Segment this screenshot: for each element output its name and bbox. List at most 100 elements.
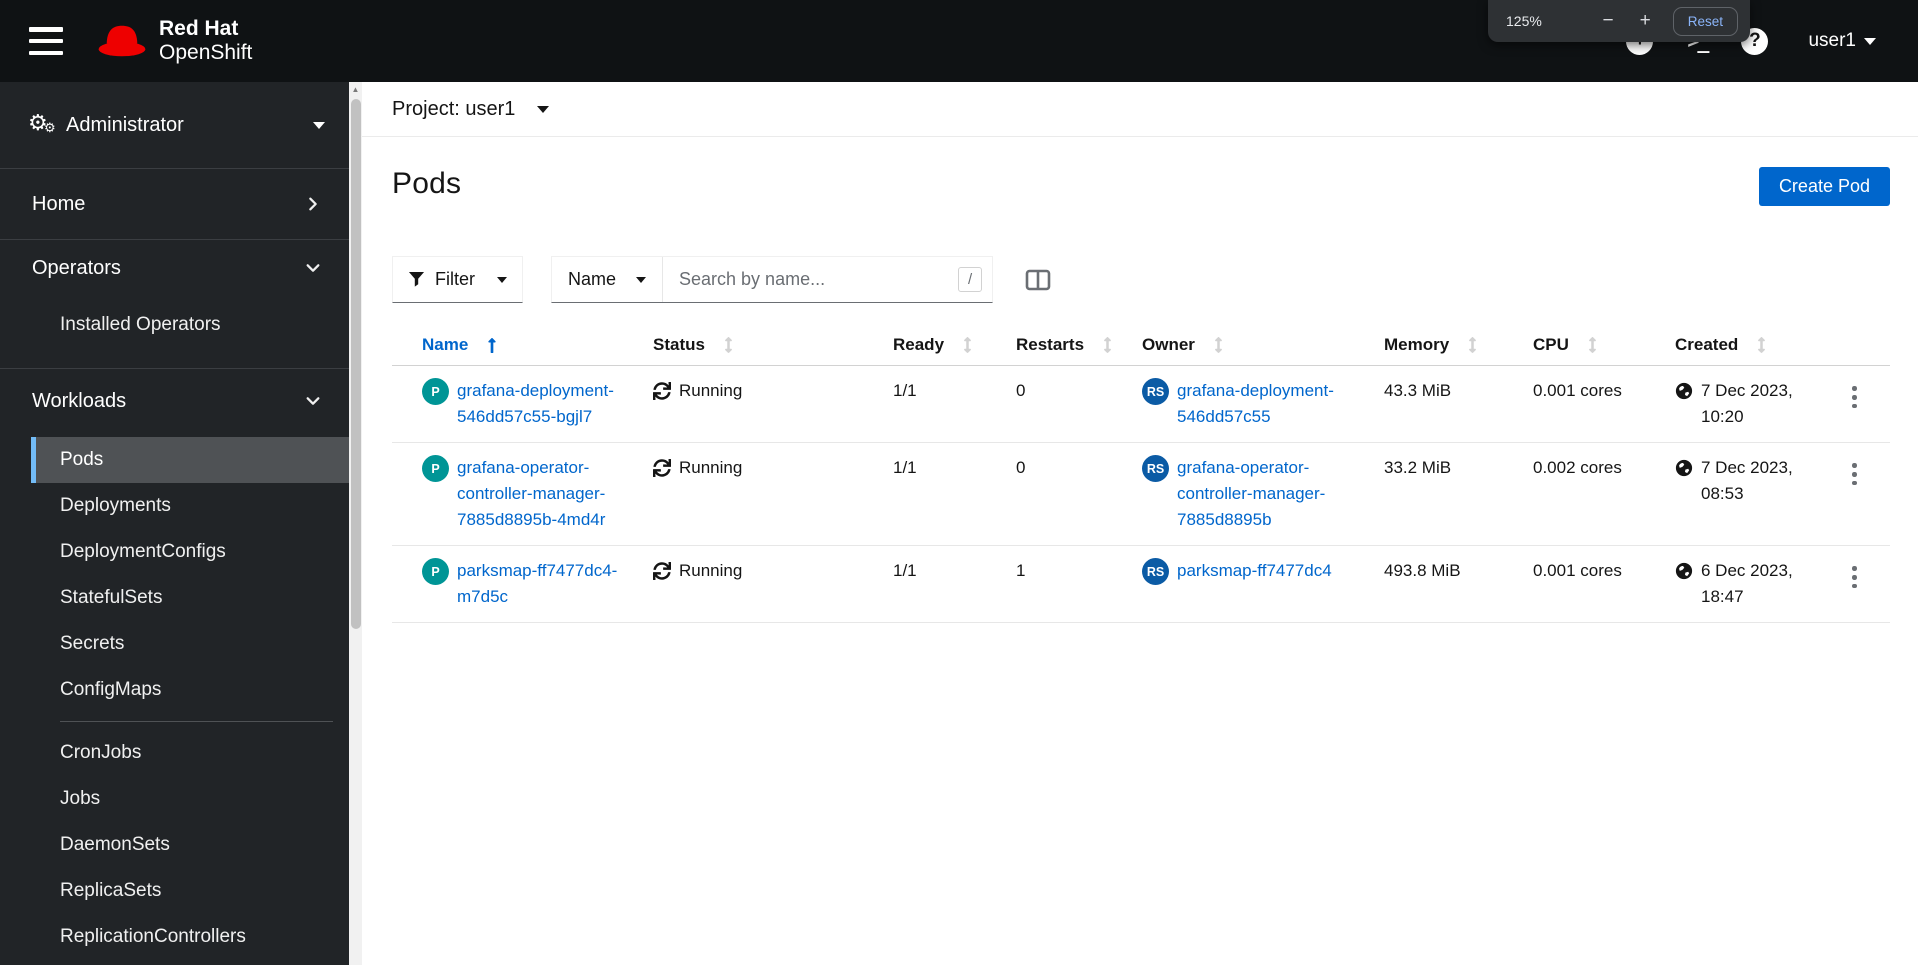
pod-link[interactable]: controller-manager- [457, 481, 605, 507]
column-header-created[interactable]: Created [1659, 325, 1830, 365]
sidebar-item-jobs[interactable]: Jobs [0, 776, 349, 822]
pod-link[interactable]: 546dd57c55-bgjl7 [457, 404, 614, 430]
sidebar-item-replicasets[interactable]: ReplicaSets [0, 868, 349, 914]
sync-running-icon [653, 562, 671, 580]
pod-link[interactable]: grafana-operator- [457, 455, 605, 481]
sidebar-item-pods[interactable]: Pods [31, 437, 349, 483]
scrollbar-thumb[interactable] [350, 99, 361, 629]
zoom-out-button[interactable]: − [1597, 10, 1620, 32]
search-input[interactable] [663, 257, 959, 302]
status-text: Running [679, 561, 743, 580]
cpu-cell: 0.001 cores [1533, 381, 1622, 400]
created-time: 10:20 [1701, 407, 1744, 426]
brand-line2: OpenShift [159, 41, 253, 64]
created-cell: 7 Dec 2023, 10:20 [1659, 366, 1830, 442]
sidebar-item-cronjobs[interactable]: CronJobs [0, 730, 349, 776]
sort-both-icon [1213, 337, 1224, 353]
row-kebab-menu-icon[interactable] [1846, 560, 1863, 595]
row-kebab-menu-icon[interactable] [1846, 457, 1863, 492]
sidebar-item-secrets[interactable]: Secrets [0, 621, 349, 667]
perspective-label: Administrator [66, 113, 184, 136]
cpu-cell: 0.001 cores [1533, 561, 1622, 580]
sync-running-icon [653, 459, 671, 477]
chevron-down-icon [1864, 37, 1876, 45]
column-header-restarts[interactable]: Restarts [1000, 325, 1126, 365]
sidebar-item-replicationcontrollers[interactable]: ReplicationControllers [0, 914, 349, 960]
sidebar-section-operators[interactable]: Operators [0, 240, 349, 296]
column-header-cpu[interactable]: CPU [1517, 325, 1659, 365]
status-cell: Running [637, 443, 877, 545]
pod-link[interactable]: m7d5c [457, 584, 617, 610]
scrollbar-up-arrow[interactable]: ▲ [349, 82, 362, 97]
filter-funnel-icon [408, 271, 425, 288]
table-row: P grafana-operator- controller-manager- … [392, 443, 1890, 546]
owner-link[interactable]: 546dd57c55 [1177, 404, 1334, 430]
ready-cell: 1/1 [893, 381, 917, 400]
create-pod-button[interactable]: Create Pod [1758, 167, 1890, 206]
project-selector[interactable]: Project: user1 [392, 98, 550, 121]
sidebar-scrollbar[interactable]: ▲ [349, 82, 362, 965]
list-toolbar: Filter Name / [392, 256, 1918, 303]
sidebar-item-home[interactable]: Home [0, 169, 349, 239]
sidebar-item-deploymentconfigs[interactable]: DeploymentConfigs [0, 529, 349, 575]
memory-cell: 43.3 MiB [1384, 381, 1452, 400]
pod-name-cell: P grafana-operator- controller-manager- … [392, 443, 637, 545]
sidebar-item-deployments[interactable]: Deployments [0, 483, 349, 529]
table-header-row: Name Status Ready Restarts Owner Memory … [392, 325, 1890, 366]
owner-cell: RS grafana-deployment- 546dd57c55 [1126, 366, 1368, 442]
pod-link[interactable]: 7885d8895b-4md4r [457, 507, 605, 533]
owner-link[interactable]: controller-manager- [1177, 481, 1325, 507]
project-bar: Project: user1 [362, 82, 1918, 137]
pod-link[interactable]: grafana-deployment- [457, 378, 614, 404]
column-label: Memory [1384, 335, 1450, 354]
hamburger-bar [29, 50, 63, 55]
column-header-name[interactable]: Name [392, 325, 637, 365]
globe-icon [1675, 382, 1693, 400]
manage-columns-button[interactable] [1025, 268, 1051, 292]
sidebar-item-daemonsets[interactable]: DaemonSets [0, 822, 349, 868]
user-menu-button[interactable]: user1 [1808, 30, 1876, 52]
pods-table: Name Status Ready Restarts Owner Memory … [392, 325, 1890, 623]
row-kebab-menu-icon[interactable] [1846, 380, 1863, 415]
created-time: 08:53 [1701, 484, 1744, 503]
divider [60, 721, 333, 722]
owner-cell: RS grafana-operator- controller-manager-… [1126, 443, 1368, 545]
globe-icon [1675, 459, 1693, 477]
sidebar-item-statefulsets[interactable]: StatefulSets [0, 575, 349, 621]
zoom-reset-button[interactable]: Reset [1672, 6, 1738, 36]
status-text: Running [679, 458, 743, 477]
pod-link[interactable]: parksmap-ff7477dc4- [457, 558, 617, 584]
column-label: Status [653, 335, 705, 354]
sidebar-item-installed-operators[interactable]: Installed Operators [0, 302, 349, 348]
openshift-logo: Red Hat OpenShift [95, 17, 252, 65]
column-header-status[interactable]: Status [637, 325, 877, 365]
perspective-switcher[interactable]: ⚙ ⚙ Administrator [0, 82, 349, 168]
column-header-owner[interactable]: Owner [1126, 325, 1368, 365]
owner-link[interactable]: 7885d8895b [1177, 507, 1325, 533]
column-header-memory[interactable]: Memory [1368, 325, 1517, 365]
table-row: P parksmap-ff7477dc4- m7d5c Running 1/1 … [392, 546, 1890, 623]
column-header-ready[interactable]: Ready [877, 325, 1000, 365]
restarts-cell: 1 [1016, 561, 1026, 580]
sidebar-item-configmaps[interactable]: ConfigMaps [0, 667, 349, 713]
column-label: Ready [893, 335, 945, 354]
created-date: 6 Dec 2023, [1701, 561, 1793, 580]
sidebar-nav: ⚙ ⚙ Administrator Home Operators Install… [0, 82, 349, 965]
zoom-in-button[interactable]: + [1634, 10, 1657, 32]
nav-toggle-hamburger-icon[interactable] [29, 27, 63, 55]
created-cell: 7 Dec 2023, 08:53 [1659, 443, 1830, 545]
search-attribute-dropdown[interactable]: Name [552, 257, 664, 302]
status-cell: Running [637, 366, 877, 442]
created-time: 18:47 [1701, 587, 1744, 606]
pod-badge: P [422, 455, 449, 482]
restarts-cell: 0 [1016, 458, 1026, 477]
filter-dropdown[interactable]: Filter [392, 256, 523, 303]
owner-link[interactable]: grafana-operator- [1177, 455, 1325, 481]
owner-link[interactable]: grafana-deployment- [1177, 378, 1334, 404]
sort-both-icon [1587, 337, 1598, 353]
sort-both-icon [1102, 337, 1113, 353]
table-row: P grafana-deployment- 546dd57c55-bgjl7 R… [392, 366, 1890, 443]
sort-both-icon [1756, 337, 1767, 353]
sidebar-section-workloads[interactable]: Workloads [0, 369, 349, 433]
owner-link[interactable]: parksmap-ff7477dc4 [1177, 558, 1332, 584]
